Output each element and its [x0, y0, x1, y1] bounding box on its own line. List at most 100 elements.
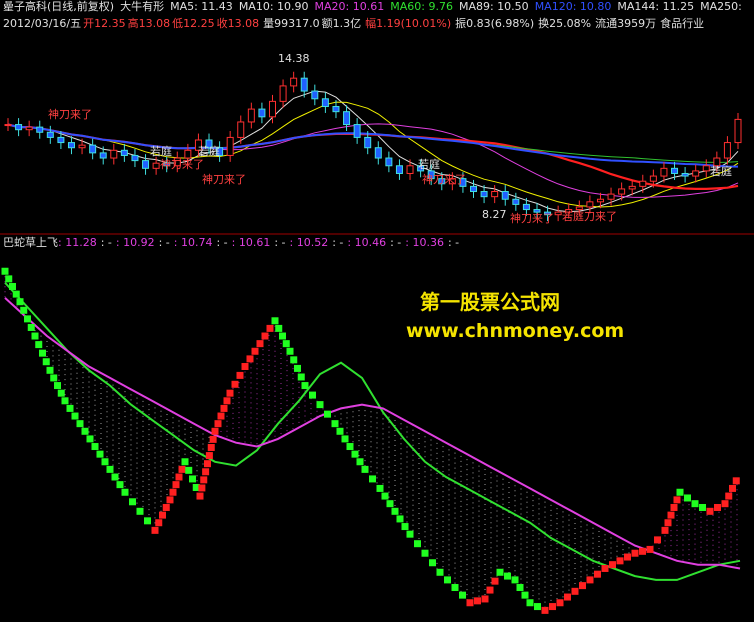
fast-step-18-1 [261, 332, 269, 340]
candle-body-68 [723, 142, 731, 159]
candle-body-12 [131, 154, 139, 162]
shendao-label-2: 神刀来了 [160, 157, 204, 171]
fast-step-12-2 [172, 481, 180, 489]
fast-step-7-0 [91, 443, 99, 451]
candle-body-62 [660, 167, 668, 177]
candle-body-26 [279, 85, 287, 102]
fast-step-18-2 [266, 324, 274, 332]
candle-body-37 [395, 165, 403, 174]
fast-step-2-0 [16, 298, 24, 306]
indicator-value-10: : 10.46 [347, 236, 387, 249]
fast-step-24-0 [346, 443, 354, 451]
candle-body-25 [268, 100, 276, 118]
candle-body-34 [364, 136, 372, 149]
watermark-url: www.chnmoney.com [406, 320, 625, 342]
candle-body-6 [67, 142, 75, 149]
fast-step-31-1 [459, 591, 466, 599]
fast-step-1-2 [9, 282, 16, 290]
shendao-label-3: 神刀来了 [202, 172, 246, 186]
fast-step-29-0 [421, 549, 429, 557]
candle-body-63 [671, 167, 679, 174]
fast-step-34-0 [496, 568, 504, 576]
low-price-label: 8.27 [482, 208, 507, 221]
candle-body-13 [142, 160, 150, 169]
fast-step-48-0 [706, 507, 714, 515]
fast-step-21-1 [309, 391, 316, 399]
fast-step-30-1 [444, 576, 451, 584]
fast-step-27-0 [391, 507, 399, 515]
candle-body-9 [99, 152, 107, 159]
candle-body-45 [480, 191, 488, 198]
fast-step-19-3 [282, 340, 290, 348]
fast-step-45-0 [661, 526, 669, 534]
fast-step-44-1 [654, 536, 661, 544]
fast-step-1-3 [12, 290, 20, 298]
fast-step-11-3 [162, 503, 170, 511]
indicator-value-6: : 10.61 [231, 236, 271, 249]
indicator-value-7: : - [274, 236, 286, 249]
fast-step-8-1 [111, 473, 119, 481]
fast-step-9-0 [121, 488, 129, 496]
fast-step-3-3 [42, 358, 50, 366]
candle-body-61 [649, 175, 657, 182]
fast-step-2-1 [20, 306, 28, 314]
fast-step-20-1 [290, 356, 298, 364]
candle-body-60 [639, 180, 647, 187]
fast-step-41-1 [609, 561, 616, 569]
fast-step-49-0 [721, 500, 729, 508]
fast-step-45-1 [664, 519, 672, 527]
fast-step-17-1 [246, 355, 254, 363]
candle-body-22 [237, 121, 245, 138]
fast-step-30-0 [436, 568, 444, 576]
fast-step-23-2 [341, 435, 349, 443]
candle-body-5 [57, 136, 65, 144]
candle-body-64 [681, 172, 689, 177]
fast-step-43-1 [639, 547, 646, 555]
candle-body-66 [702, 165, 710, 172]
fast-step-45-4 [673, 496, 681, 504]
candle-body-46 [491, 191, 499, 198]
candle-body-2 [25, 126, 33, 131]
indicator-name: 巴蛇草上飞 [3, 236, 58, 249]
candle-body-14 [152, 162, 160, 169]
indicator-value-3: : - [158, 236, 170, 249]
fast-step-19-2 [279, 332, 286, 340]
fast-step-46-1 [684, 494, 691, 502]
shendao-label-5: 神刀来了 [510, 211, 554, 225]
fast-step-28-0 [406, 530, 414, 538]
fast-step-13-2 [189, 475, 196, 483]
candle-body-28 [300, 77, 308, 92]
indicator-values: : 11.28: -: 10.92: -: 10.74: -: 10.61: -… [58, 236, 463, 249]
fast-step-13-1 [185, 466, 193, 474]
candle-body-38 [406, 165, 414, 174]
fast-step-48-1 [714, 503, 721, 511]
fast-step-6-2 [86, 435, 94, 443]
indicator-value-9: : - [332, 236, 344, 249]
fast-step-47-1 [699, 503, 706, 511]
fast-step-25-0 [361, 465, 369, 473]
candle-body-36 [385, 157, 393, 167]
fast-step-46-0 [676, 488, 684, 496]
band-lower-line [4, 297, 741, 570]
fast-step-4-3 [57, 389, 65, 397]
fast-step-20-3 [297, 373, 305, 381]
candle-body-17 [184, 149, 192, 159]
fast-step-16-1 [231, 380, 239, 388]
fast-step-16-2 [236, 371, 244, 379]
fast-step-26-2 [386, 500, 394, 508]
fast-step-33-0 [481, 595, 489, 603]
fast-step-15-1 [214, 420, 222, 428]
fast-step-10-1 [144, 517, 151, 525]
candle-body-1 [15, 124, 23, 131]
fast-step-43-0 [631, 549, 639, 557]
ma-line-1 [7, 101, 739, 208]
fast-step-14-3 [202, 468, 210, 476]
fast-step-40-1 [594, 570, 601, 578]
fast-step-8-2 [116, 481, 124, 489]
fast-step-4-2 [54, 382, 61, 390]
fast-step-27-1 [396, 515, 404, 523]
fast-step-14-1 [198, 484, 206, 492]
fast-step-37-1 [549, 603, 556, 611]
fast-step-20-2 [294, 364, 301, 372]
ma-line-0 [7, 90, 739, 213]
